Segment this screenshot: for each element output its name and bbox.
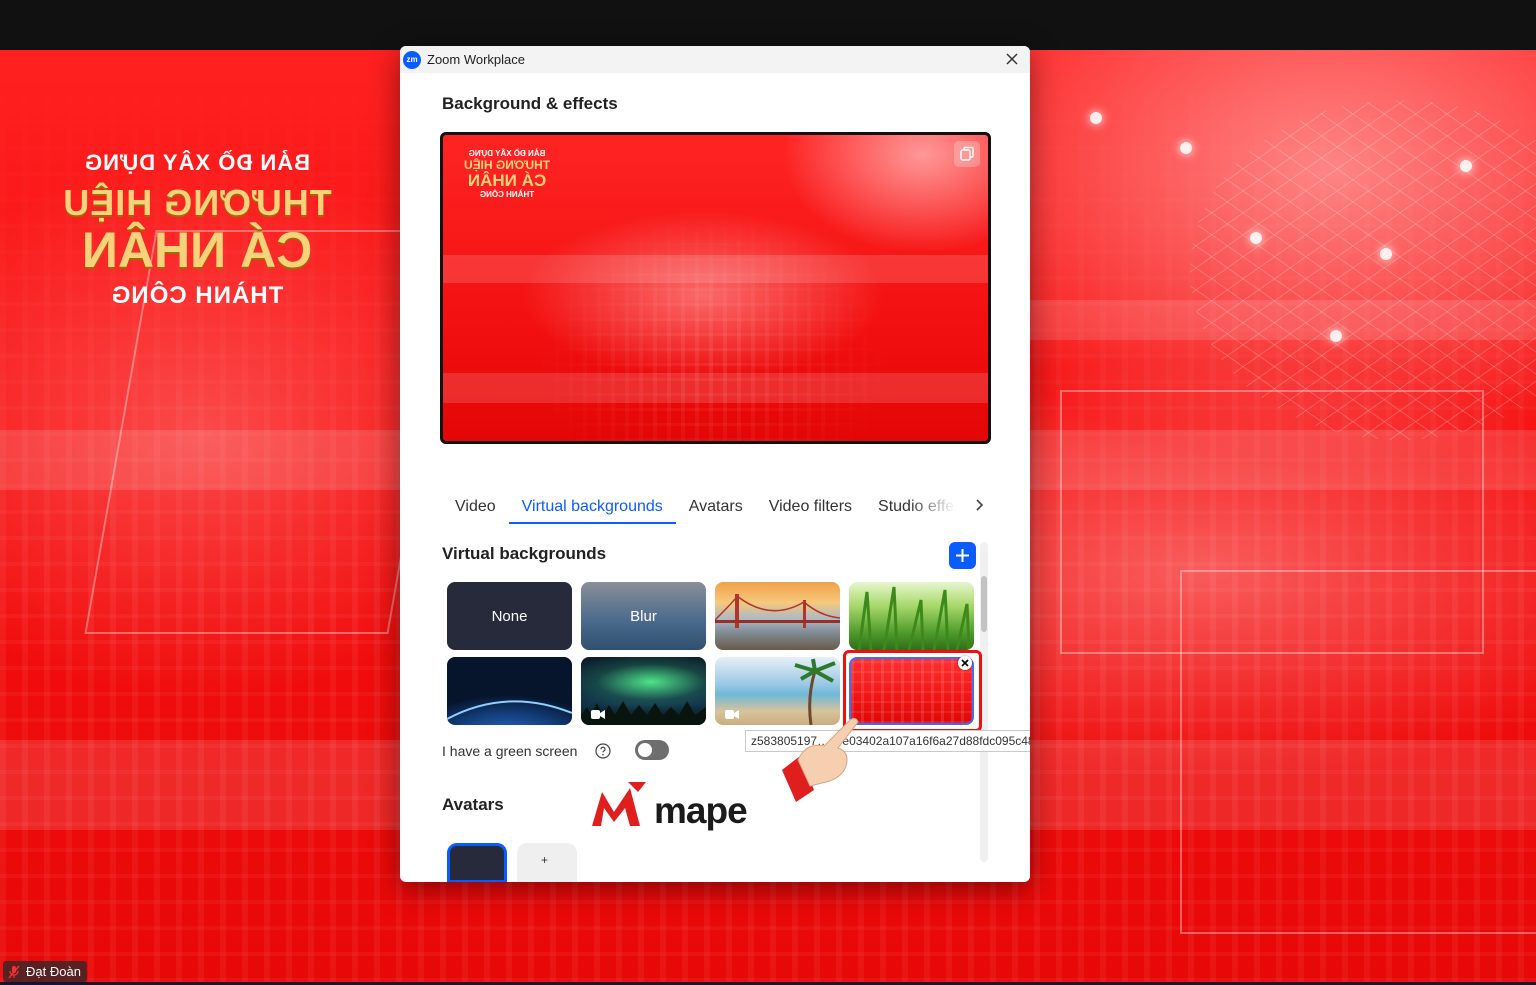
avatar-tile-none[interactable] — [447, 843, 507, 882]
tab-studio-effects[interactable]: Studio effects — [865, 494, 953, 524]
plus-icon: + — [541, 853, 549, 867]
watermark-brand: mape — [654, 790, 748, 831]
pointing-hand-icon — [782, 717, 859, 802]
slide-line-1: BẢN ĐỒ XÂY DỰNG — [84, 150, 310, 175]
zoom-logo-icon: zm — [403, 50, 421, 69]
effects-tabs: Video Virtual backgrounds Avatars Video … — [442, 494, 953, 524]
participant-name-tag: Đạt Đoàn — [3, 961, 87, 982]
slide-title-mirrored: BẢN ĐỒ XÂY DỰNG THƯƠNG HIỆU CÁ NHÂN THÀN… — [62, 150, 332, 310]
background-tile-earth[interactable] — [447, 657, 572, 725]
background-tile-golden-gate[interactable] — [715, 582, 840, 650]
window-title: Zoom Workplace — [427, 52, 526, 67]
window-titlebar[interactable]: zm Zoom Workplace — [400, 46, 1030, 73]
tab-virtual-backgrounds[interactable]: Virtual backgrounds — [508, 494, 676, 524]
preview-line-2: THƯƠNG HIỆU — [463, 158, 551, 172]
slide-line-4: THÀNH CÔNG — [110, 282, 284, 309]
scrollbar-thumb[interactable] — [981, 576, 987, 632]
participant-name: Đạt Đoàn — [26, 964, 81, 979]
background-tile-grass[interactable] — [849, 582, 974, 650]
preview-slide-text: BẢN ĐỒ XÂY DỰNG THƯƠNG HIỆU CÁ NHÂN THÀN… — [461, 149, 553, 199]
tile-label: None — [491, 607, 528, 625]
preview-line-3: CÁ NHÂN — [467, 171, 547, 190]
meeting-top-bar — [0, 0, 1536, 50]
mape-watermark: mape — [590, 780, 760, 831]
video-background-icon — [725, 710, 739, 719]
tile-label: Blur — [630, 607, 657, 625]
preview-line-4: THÀNH CÔNG — [479, 190, 535, 199]
background-tile-none[interactable]: None — [447, 582, 572, 650]
plus-icon — [956, 549, 969, 562]
tab-video[interactable]: Video — [442, 494, 509, 524]
virtual-backgrounds-title: Virtual backgrounds — [442, 544, 607, 563]
add-background-button[interactable] — [949, 542, 976, 569]
mape-logo-icon — [592, 782, 646, 826]
avatar-tile-add[interactable]: + — [517, 843, 577, 882]
video-preview: BẢN ĐỒ XÂY DỰNG THƯƠNG HIỆU CÁ NHÂN THÀN… — [440, 132, 991, 444]
background-tile-aurora[interactable] — [581, 657, 706, 725]
slide-line-2: THƯƠNG HIỆU — [62, 182, 332, 223]
remove-background-close-icon[interactable] — [958, 656, 972, 670]
preview-line-1: BẢN ĐỒ XÂY DỰNG — [468, 149, 546, 158]
mirror-video-icon[interactable] — [954, 141, 980, 167]
tab-avatars[interactable]: Avatars — [676, 494, 756, 524]
green-screen-toggle[interactable] — [635, 740, 669, 760]
background-effects-dialog: zm Zoom Workplace Background & effects B… — [400, 46, 1030, 882]
close-icon[interactable] — [1004, 51, 1020, 67]
chevron-right-icon[interactable] — [973, 496, 987, 514]
help-icon[interactable] — [595, 743, 611, 759]
slide-line-3: CÁ NHÂN — [81, 222, 313, 278]
video-background-icon — [591, 710, 605, 719]
tab-video-filters[interactable]: Video filters — [756, 494, 865, 524]
background-tile-blur[interactable]: Blur — [581, 582, 706, 650]
mic-muted-icon — [7, 965, 21, 979]
green-screen-label: I have a green screen — [442, 743, 578, 759]
section-title: Background & effects — [442, 94, 618, 113]
avatars-title: Avatars — [442, 795, 504, 814]
